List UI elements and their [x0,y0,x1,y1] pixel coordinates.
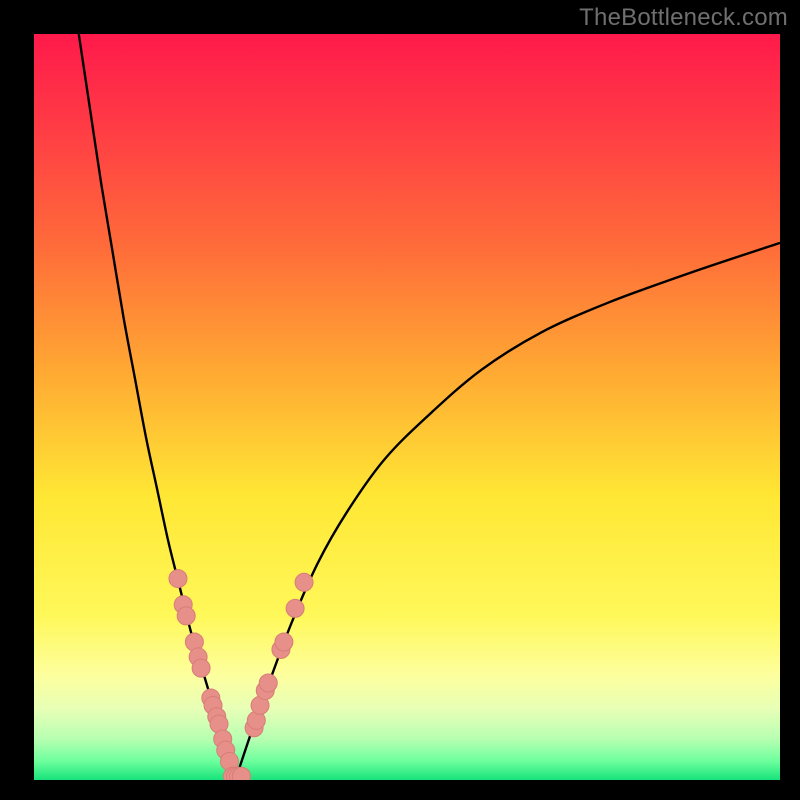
marker-right [286,599,304,617]
marker-left [177,607,195,625]
watermark-text: TheBottleneck.com [579,4,788,32]
chart-frame: TheBottleneck.com [0,0,800,800]
plot-area [34,34,780,780]
marker-group [169,570,313,780]
marker-right [259,674,277,692]
marker-right [275,633,293,651]
marker-left [169,570,187,588]
left-branch-curve [79,34,236,780]
marker-left [192,659,210,677]
marker-right [232,767,250,780]
right-branch-curve [235,243,780,780]
curves-layer [34,34,780,780]
marker-right [295,573,313,591]
